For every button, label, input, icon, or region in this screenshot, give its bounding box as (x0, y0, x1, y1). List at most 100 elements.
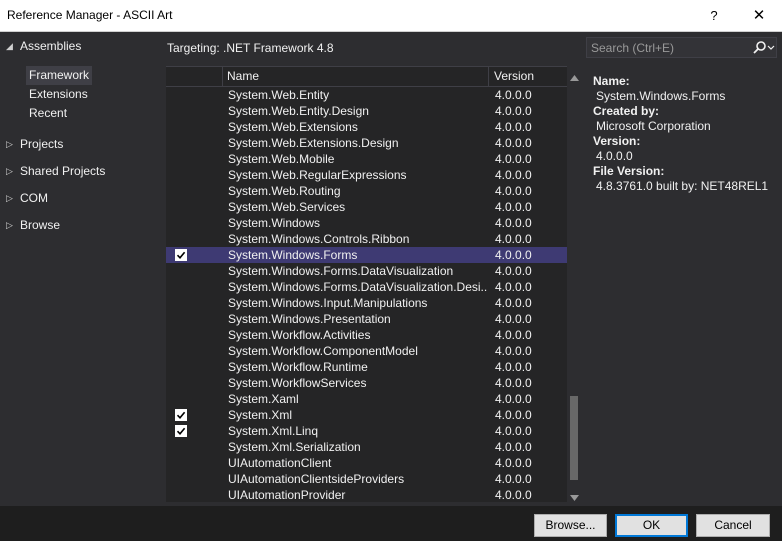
nav-item-recent[interactable]: Recent (26, 104, 70, 123)
row-version: 4.0.0.0 (495, 392, 532, 406)
name-column-header[interactable]: Name (223, 67, 489, 87)
list-row[interactable]: UIAutomationClient 4.0.0.0 (166, 455, 567, 471)
row-name: System.Web.RegularExpressions (228, 168, 407, 182)
row-version: 4.0.0.0 (495, 424, 532, 438)
row-version: 4.0.0.0 (495, 488, 532, 502)
row-version: 4.0.0.0 (495, 280, 532, 294)
nav-assemblies-label: Assemblies (20, 39, 82, 53)
row-name: System.Web.Routing (228, 184, 341, 198)
list-row[interactable]: UIAutomationClientsideProviders 4.0.0.0 (166, 471, 567, 487)
row-version: 4.0.0.0 (495, 264, 532, 278)
row-name: System.Xml.Serialization (228, 440, 361, 454)
detail-file-version-value: 4.8.3761.0 built by: NET48REL1 (596, 179, 769, 193)
checkbox-column-header[interactable] (166, 67, 223, 87)
list-row[interactable]: System.Web.Entity.Design 4.0.0.0 (166, 103, 567, 119)
ok-button[interactable]: OK (615, 514, 688, 537)
row-name: System.Windows.Forms.DataVisualization (228, 264, 454, 278)
row-version: 4.0.0.0 (495, 344, 532, 358)
row-name: UIAutomationClientsideProviders (228, 472, 405, 486)
detail-version-label: Version: (593, 134, 641, 148)
list-row[interactable]: System.Windows.Input.Manipulations 4.0.0.… (166, 295, 567, 311)
list-row[interactable]: System.Web.Extensions 4.0.0.0 (166, 119, 567, 135)
collapsed-arrow-icon[interactable]: ▷ (6, 161, 16, 181)
help-button[interactable]: ? (700, 4, 728, 28)
row-version: 4.0.0.0 (495, 200, 532, 214)
detail-file-version-label: File Version: (593, 164, 665, 178)
row-version: 4.0.0.0 (495, 408, 532, 422)
list-row[interactable]: System.Xml.Linq 4.0.0.0 (166, 423, 567, 439)
row-name: System.Windows (228, 216, 321, 230)
row-checkbox[interactable] (175, 409, 187, 421)
title-bar: Reference Manager - ASCII Art ? ✕ (0, 0, 782, 32)
list-row[interactable]: System.Web.Extensions.Design 4.0.0.0 (166, 135, 567, 151)
row-name: System.Web.Mobile (228, 152, 335, 166)
collapsed-arrow-icon[interactable]: ▷ (6, 134, 16, 154)
row-version: 4.0.0.0 (495, 232, 532, 246)
list-row[interactable]: System.Workflow.ComponentModel 4.0.0.0 (166, 343, 567, 359)
row-name: System.Xml (228, 408, 293, 422)
scroll-down-arrow-icon[interactable] (570, 490, 579, 501)
row-version: 4.0.0.0 (495, 376, 532, 390)
search-input[interactable] (587, 38, 747, 57)
nav-item-framework[interactable]: Framework (26, 66, 93, 85)
row-name: System.Workflow.Runtime (228, 360, 368, 374)
row-name: UIAutomationClient (228, 456, 332, 470)
detail-name-label: Name: (593, 74, 630, 88)
row-name: System.Web.Services (228, 200, 346, 214)
list-row[interactable]: System.Web.Entity 4.0.0.0 (166, 87, 567, 103)
row-version: 4.0.0.0 (495, 312, 532, 326)
close-button[interactable]: ✕ (745, 4, 773, 28)
list-rows: System.Web.Entity 4.0.0.0 System.Web.Entit… (166, 87, 567, 503)
row-name: System.Windows.Presentation (228, 312, 391, 326)
row-checkbox[interactable] (175, 425, 187, 437)
scrollbar-thumb[interactable] (570, 396, 578, 480)
list-row[interactable]: System.WorkflowServices 4.0.0.0 (166, 375, 567, 391)
collapsed-arrow-icon[interactable]: ▷ (6, 215, 16, 235)
checkmark-icon (176, 427, 186, 436)
targeting-label: Targeting: .NET Framework 4.8 (167, 41, 334, 55)
scroll-up-arrow-icon[interactable] (570, 70, 579, 81)
row-version: 4.0.0.0 (495, 296, 532, 310)
row-version: 4.0.0.0 (495, 472, 532, 486)
list-row[interactable]: System.Windows.Forms 4.0.0.0 (166, 247, 567, 263)
row-version: 4.0.0.0 (495, 104, 532, 118)
list-row[interactable]: System.Windows.Controls.Ribbon 4.0.0.0 (166, 231, 567, 247)
list-row[interactable]: System.Windows 4.0.0.0 (166, 215, 567, 231)
browse-button[interactable]: Browse... (534, 514, 607, 537)
row-version: 4.0.0.0 (495, 136, 532, 150)
list-row[interactable]: System.Web.Services 4.0.0.0 (166, 199, 567, 215)
row-version: 4.0.0.0 (495, 216, 532, 230)
list-row[interactable]: System.Workflow.Runtime 4.0.0.0 (166, 359, 567, 375)
row-version: 4.0.0.0 (495, 88, 532, 102)
list-row[interactable]: System.Web.Routing 4.0.0.0 (166, 183, 567, 199)
row-version: 4.0.0.0 (495, 360, 532, 374)
collapsed-arrow-icon[interactable]: ▷ (6, 188, 16, 208)
search-box[interactable] (586, 37, 777, 58)
reference-list[interactable]: Name Version System.Web.Entity 4.0.0.0 Sys… (166, 66, 567, 502)
list-row[interactable]: UIAutomationProvider 4.0.0.0 (166, 487, 567, 503)
row-name: System.Web.Entity.Design (228, 104, 369, 118)
list-row[interactable]: System.Windows.Forms.DataVisualization.D… (166, 279, 567, 295)
list-row[interactable]: System.Workflow.Activities 4.0.0.0 (166, 327, 567, 343)
list-row[interactable]: System.Xml.Serialization 4.0.0.0 (166, 439, 567, 455)
list-row[interactable]: System.Xml 4.0.0.0 (166, 407, 567, 423)
row-version: 4.0.0.0 (495, 248, 532, 262)
row-name: System.Windows.Input.Manipulations (228, 296, 428, 310)
detail-version-value: 4.0.0.0 (596, 149, 633, 163)
detail-created-by-value: Microsoft Corporation (596, 119, 711, 133)
row-name: System.Workflow.ComponentModel (228, 344, 418, 358)
expanded-arrow-icon[interactable]: ◢ (6, 36, 16, 56)
cancel-button[interactable]: Cancel (696, 514, 770, 537)
list-scrollbar[interactable] (567, 66, 582, 502)
search-icon[interactable] (750, 39, 776, 57)
nav-item-extensions[interactable]: Extensions (26, 85, 91, 104)
list-row[interactable]: System.Xaml 4.0.0.0 (166, 391, 567, 407)
list-row[interactable]: System.Windows.Presentation 4.0.0.0 (166, 311, 567, 327)
list-row[interactable]: System.Windows.Forms.DataVisualization 4.… (166, 263, 567, 279)
version-column-header[interactable]: Version (489, 67, 567, 87)
list-row[interactable]: System.Web.RegularExpressions 4.0.0.0 (166, 167, 567, 183)
row-checkbox[interactable] (175, 249, 187, 261)
list-row[interactable]: System.Web.Mobile 4.0.0.0 (166, 151, 567, 167)
row-version: 4.0.0.0 (495, 456, 532, 470)
nav-browse-label: Browse (20, 218, 61, 232)
